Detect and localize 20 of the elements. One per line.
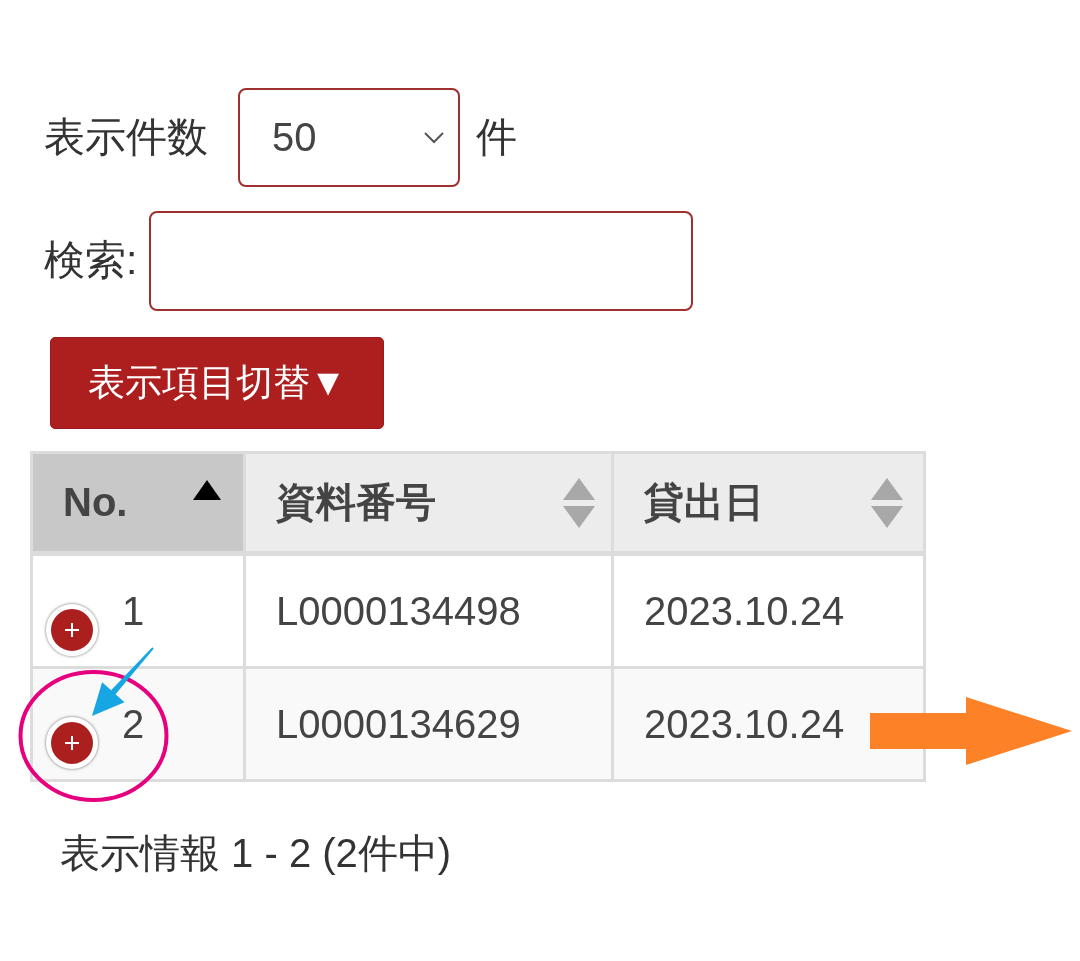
column-header[interactable]: 資料番号 — [246, 454, 611, 553]
row-number: 2 — [122, 701, 145, 747]
table-cell: L0000134629 — [246, 669, 611, 779]
table-cell: L0000134498 — [246, 556, 611, 666]
column-toggle-button[interactable]: 表示項目切替▼ — [50, 337, 384, 429]
row-number: 1 — [122, 588, 145, 634]
table-cell: 2023.10.24 — [614, 556, 923, 666]
table-cell: 2023.10.24 — [614, 669, 923, 779]
page-length-label: 表示件数 — [44, 112, 208, 162]
column-header[interactable]: 貸出日 — [614, 454, 923, 553]
search-field[interactable] — [149, 211, 694, 311]
table-info: 表示情報 1 - 2 (2件中) — [60, 830, 452, 877]
column-header[interactable]: No. — [33, 454, 243, 553]
chevron-down-icon — [424, 131, 444, 144]
search-label: 検索: — [44, 236, 138, 286]
page-length-select[interactable]: 50 — [238, 88, 460, 187]
page-length-unit: 件 — [476, 112, 517, 162]
plus-icon — [65, 623, 79, 637]
plus-icon — [65, 736, 79, 750]
expand-button[interactable] — [46, 717, 98, 769]
